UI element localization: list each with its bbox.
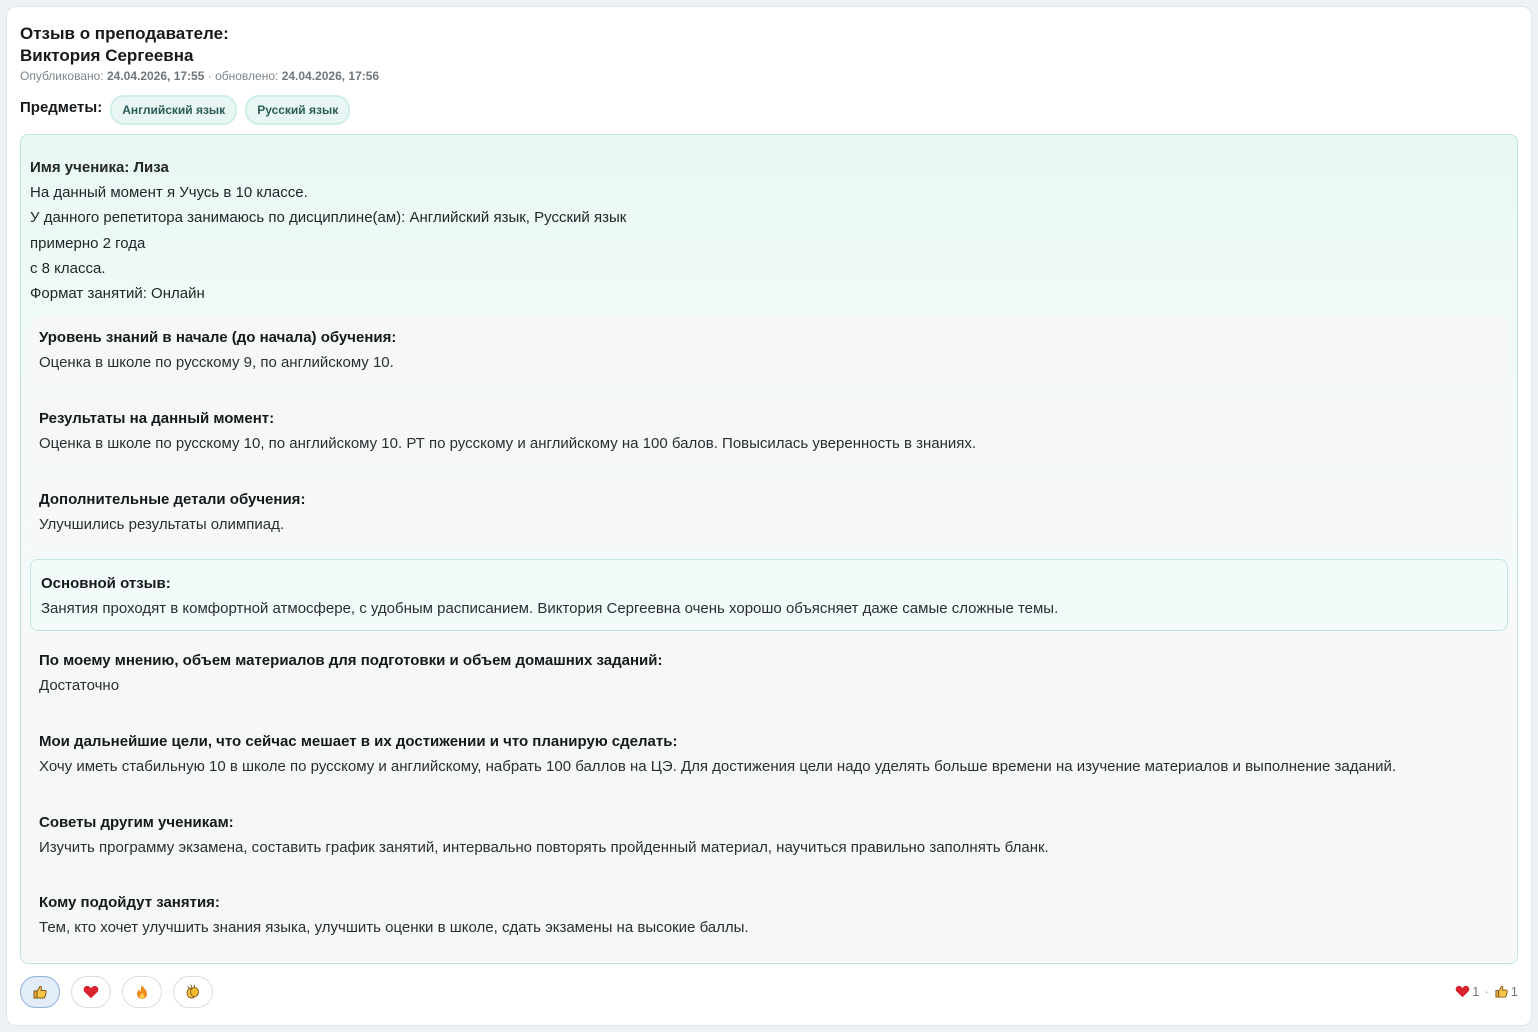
- meta-separator: ·: [207, 69, 212, 83]
- section-text: Улучшились результаты олимпиад.: [39, 516, 285, 533]
- student-info: Имя ученика: Лиза На данный момент я Учу…: [30, 155, 626, 306]
- thumbs-up-icon: [1494, 984, 1511, 999]
- section-main-review: Основной отзыв: Занятия проходят в комфо…: [30, 559, 1508, 631]
- section-advice: Советы другим ученикам: Изучить программ…: [30, 802, 1508, 872]
- section-initial-level: Уровень знаний в начале (до начала) обуч…: [30, 317, 1508, 387]
- heart-icon: [83, 985, 99, 999]
- updated-date: 24.04.2026, 17:56: [281, 69, 380, 83]
- subject-chip-russian[interactable]: Русский язык: [245, 95, 351, 125]
- published-label: Опубликовано:: [20, 69, 104, 83]
- heart-count: 1: [1472, 984, 1480, 999]
- teacher-name: Виктория Сергеевна: [20, 46, 194, 65]
- section-text: Оценка в школе по русскому 10, по англий…: [39, 435, 977, 452]
- review-card: Отзыв о преподавателе: Виктория Сергеевн…: [6, 6, 1532, 1026]
- reaction-clap-button[interactable]: [173, 976, 213, 1008]
- review-meta: Опубликовано: 24.04.2026, 17:55 · обновл…: [20, 69, 379, 83]
- student-name: Имя ученика: Лиза: [30, 159, 169, 176]
- page-title: Отзыв о преподавателе: Виктория Сергеевн…: [20, 23, 229, 67]
- reaction-bar: [20, 976, 224, 1008]
- section-title: Результаты на данный момент:: [39, 410, 275, 427]
- section-title: Мои дальнейшие цели, что сейчас мешает в…: [39, 733, 678, 750]
- section-text: Достаточно: [39, 677, 120, 694]
- study-duration: примерно 2 года: [30, 234, 146, 252]
- lesson-format: Формат занятий: Онлайн: [30, 285, 205, 303]
- reaction-counts: 1 · 1: [1455, 984, 1518, 999]
- heart-icon: [1455, 985, 1472, 998]
- thumbs-up-icon: [32, 984, 48, 1000]
- reaction-heart-button[interactable]: [71, 976, 111, 1008]
- section-text: Тем, кто хочет улучшить знания языка, ул…: [39, 919, 749, 936]
- fire-icon: [135, 984, 149, 1000]
- section-materials-volume: По моему мнению, объем материалов для по…: [30, 640, 1508, 710]
- section-title: Уровень знаний в начале (до начала) обуч…: [39, 329, 397, 346]
- published-date: 24.04.2026, 17:55: [106, 69, 205, 83]
- section-text: Хочу иметь стабильную 10 в школе по русс…: [39, 758, 1397, 775]
- clapping-hands-icon: [185, 984, 201, 1000]
- title-line-1: Отзыв о преподавателе:: [20, 24, 229, 43]
- section-title: Советы другим ученикам:: [39, 814, 234, 831]
- count-separator: ·: [1484, 984, 1489, 999]
- updated-label: обновлено:: [215, 69, 279, 83]
- reaction-thumbs-up-button[interactable]: [20, 976, 60, 1008]
- section-text: Изучить программу экзамена, составить гр…: [39, 839, 1049, 856]
- study-start: с 8 класса.: [30, 259, 106, 277]
- section-title: Дополнительные детали обучения:: [39, 491, 306, 508]
- student-disciplines: У данного репетитора занимаюсь по дисцип…: [30, 209, 627, 227]
- section-future-goals: Мои дальнейшие цели, что сейчас мешает в…: [30, 721, 1508, 791]
- thumbs-up-count: 1: [1510, 984, 1518, 999]
- reaction-fire-button[interactable]: [122, 976, 162, 1008]
- subjects-label: Предметы:: [20, 98, 103, 116]
- section-extra-details: Дополнительные детали обучения: Улучшили…: [30, 479, 1508, 549]
- section-current-results: Результаты на данный момент: Оценка в шк…: [30, 398, 1508, 468]
- section-title: Основной отзыв:: [41, 575, 171, 592]
- subjects-row: Предметы: Английский язык Русский язык: [20, 95, 358, 125]
- review-body: Имя ученика: Лиза На данный момент я Учу…: [20, 134, 1518, 964]
- section-text: Оценка в школе по русскому 9, по английс…: [39, 354, 394, 371]
- section-text: Занятия проходят в комфортной атмосфере,…: [41, 600, 1059, 617]
- section-title: Кому подойдут занятия:: [39, 894, 220, 911]
- student-grade: На данный момент я Учусь в 10 классе.: [30, 184, 308, 202]
- section-title: По моему мнению, объем материалов для по…: [39, 652, 663, 669]
- subject-chip-english[interactable]: Английский язык: [110, 95, 238, 125]
- section-suitable-for: Кому подойдут занятия: Тем, кто хочет ул…: [30, 882, 1508, 952]
